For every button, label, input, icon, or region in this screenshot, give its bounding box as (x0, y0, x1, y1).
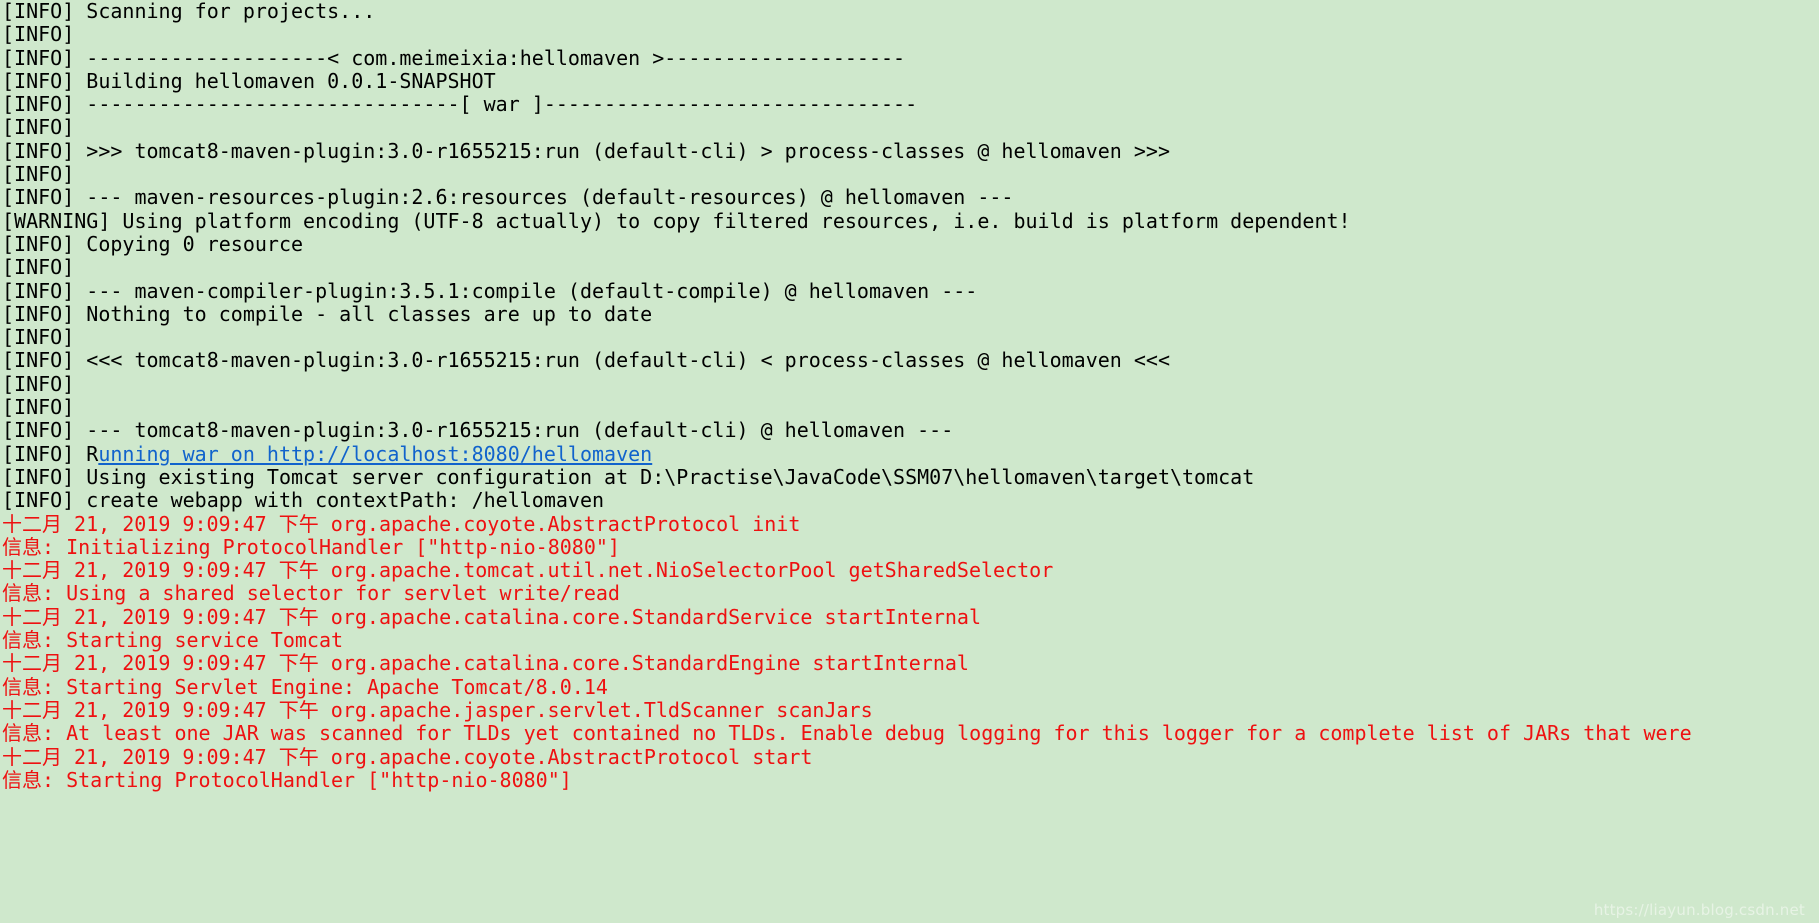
console-line: [INFO] (2, 22, 87, 47)
console-line: 十二月 21, 2019 9:09:47 下午 org.apache.tomca… (2, 558, 1054, 583)
console-line: [INFO] Using existing Tomcat server conf… (2, 464, 1255, 489)
console-line: [WARNING] Using platform encoding (UTF-8… (2, 208, 1351, 233)
console-line: [INFO] <<< tomcat8-maven-plugin:3.0-r165… (2, 348, 1170, 373)
console-line: [INFO] create webapp with contextPath: /… (2, 488, 605, 513)
console-output-panel[interactable]: [INFO] Scanning for projects... [INFO] [I… (0, 0, 1819, 923)
console-line: 十二月 21, 2019 9:09:47 下午 org.apache.coyot… (2, 511, 801, 536)
log-line-list: [INFO] Scanning for projects... [INFO] [I… (0, 0, 1819, 792)
console-line: 信息: Using a shared selector for servlet … (2, 581, 620, 606)
console-line: [INFO] --------------------< com.meimeix… (2, 45, 906, 70)
console-line: [INFO] --- maven-compiler-plugin:3.5.1:c… (2, 278, 978, 303)
console-line: [INFO] Nothing to compile - all classes … (2, 301, 653, 326)
console-line-text: [INFO] R (2, 441, 99, 466)
console-line: [INFO] --- maven-resources-plugin:2.6:re… (2, 185, 1014, 210)
console-line: 信息: At least one JAR was scanned for TLD… (2, 721, 1692, 746)
console-line: 信息: Starting ProtocolHandler ["http-nio-… (2, 767, 572, 792)
console-line: [INFO] (2, 162, 87, 187)
console-line: 信息: Initializing ProtocolHandler ["http-… (2, 534, 620, 559)
console-line: [INFO] Building hellomaven 0.0.1-SNAPSHO… (2, 68, 496, 93)
console-line: [INFO] (2, 115, 87, 140)
console-line: [INFO] (2, 371, 87, 396)
console-line: [INFO] (2, 255, 87, 280)
console-line: [INFO] >>> tomcat8-maven-plugin:3.0-r165… (2, 138, 1170, 163)
console-line: 信息: Starting Servlet Engine: Apache Tomc… (2, 674, 608, 699)
console-line: [INFO] Copying 0 resource (2, 231, 304, 256)
console-line: [INFO] Scanning for projects... (2, 0, 376, 23)
console-line: [INFO] (2, 395, 87, 420)
console-line: 十二月 21, 2019 9:09:47 下午 org.apache.catal… (2, 651, 969, 676)
watermark-text: https://liayun.blog.csdn.net (1593, 901, 1805, 919)
console-line: 信息: Starting service Tomcat (2, 628, 344, 653)
console-line: [INFO] --- tomcat8-maven-plugin:3.0-r165… (2, 418, 954, 443)
console-line: 十二月 21, 2019 9:09:47 下午 org.apache.jaspe… (2, 697, 873, 722)
console-line: [INFO] Running war on http://localhost:8… (0, 441, 1819, 466)
console-line: [INFO] -------------------------------[ … (2, 92, 918, 117)
console-line: [INFO] (2, 325, 87, 350)
console-line: 十二月 21, 2019 9:09:47 下午 org.apache.coyot… (2, 744, 813, 769)
console-hyperlink[interactable]: unning war on http://localhost:8080/hell… (98, 442, 652, 466)
console-line: 十二月 21, 2019 9:09:47 下午 org.apache.catal… (2, 604, 981, 629)
